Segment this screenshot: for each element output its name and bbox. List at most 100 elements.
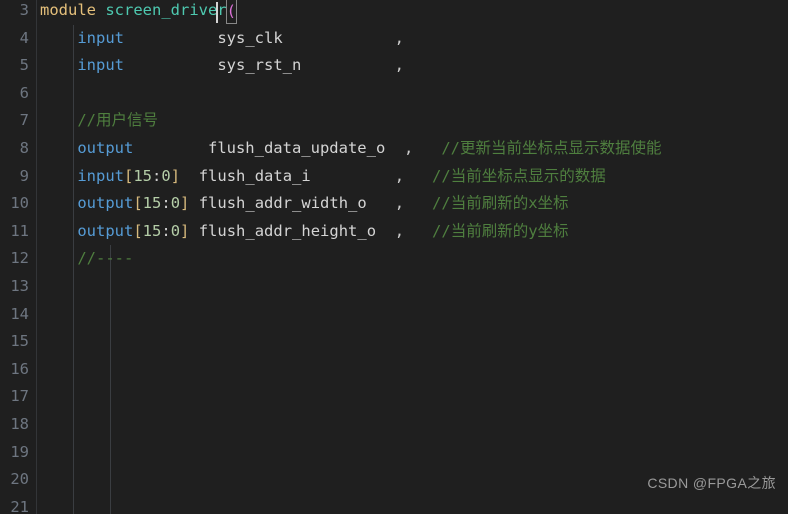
token-punc: ,: [394, 221, 405, 240]
code-line[interactable]: input sys_rst_n ,: [37, 52, 788, 80]
token-id: [189, 194, 198, 212]
token-brk: [: [124, 166, 134, 185]
token-cmt: //用户信号: [77, 111, 158, 130]
code-line[interactable]: [37, 301, 788, 329]
token-id: flush_data_i: [198, 166, 311, 185]
token-kw: input: [77, 56, 124, 75]
token-kw: output: [77, 194, 134, 213]
code-line[interactable]: output[15:0] flush_addr_width_o , //当前刷新…: [37, 190, 788, 218]
token-id: [301, 56, 394, 74]
gutter-separator: [36, 0, 37, 514]
token-id: [367, 194, 395, 212]
token-id: [180, 167, 199, 185]
token-id: [404, 167, 432, 185]
token-id: flush_addr_height_o: [198, 221, 377, 240]
code-line[interactable]: [37, 273, 788, 301]
token-id: [385, 139, 404, 157]
token-cmt: //当前坐标点显示的数据: [432, 166, 606, 185]
text-caret: [216, 2, 218, 23]
line-number: 19: [10, 442, 29, 461]
code-line[interactable]: //用户信号: [37, 107, 788, 135]
line-number: 13: [10, 277, 29, 295]
code-content[interactable]: module screen_driver( input sys_clk , in…: [37, 0, 788, 514]
token-num: 0: [170, 194, 181, 213]
code-line[interactable]: output flush_data_update_o , //更新当前坐标点显示…: [37, 135, 788, 163]
code-line[interactable]: [37, 328, 788, 356]
token-cmt: //----: [77, 249, 134, 268]
token-id: sys_rst_n: [217, 56, 302, 75]
token-id: [376, 222, 395, 240]
token-id: [133, 139, 208, 157]
token-kw: input: [77, 28, 124, 47]
token-punc: ,: [394, 28, 404, 47]
token-cmt: //当前刷新的y坐标: [432, 221, 569, 240]
code-editor[interactable]: 3456789101112131415161718192021222324252…: [0, 0, 788, 514]
code-line[interactable]: //----: [37, 245, 788, 273]
token-brk: ]: [170, 166, 181, 185]
token-punc: ,: [394, 166, 405, 185]
token-id: [283, 29, 395, 47]
line-number: 10: [10, 194, 29, 213]
token-cmt: //更新当前坐标点显示数据使能: [441, 139, 662, 157]
token-id: [124, 56, 217, 74]
token-id: [413, 139, 441, 157]
line-number: 7: [19, 111, 29, 130]
code-line[interactable]: output[15:0] flush_addr_height_o , //当前刷…: [37, 218, 788, 246]
token-num: 0: [170, 221, 181, 240]
line-number: 14: [10, 304, 29, 323]
line-number: 8: [19, 139, 29, 157]
code-line[interactable]: input sys_clk ,: [37, 25, 788, 53]
token-brk: [: [133, 221, 143, 240]
token-id: [124, 29, 217, 47]
token-kw: output: [77, 139, 134, 157]
line-number-gutter[interactable]: 3456789101112131415161718192021222324252…: [0, 0, 36, 514]
code-line[interactable]: [37, 356, 788, 384]
token-kw: input: [77, 166, 124, 185]
token-punc: ,: [394, 194, 405, 213]
line-number: 5: [19, 56, 29, 75]
token-punc: :: [161, 221, 171, 240]
token-num: 15: [133, 166, 153, 185]
token-num: 15: [142, 221, 162, 240]
token-num: 0: [161, 166, 171, 185]
token-cmt: //当前刷新的x坐标: [432, 194, 569, 213]
line-number: 11: [10, 221, 29, 240]
line-number: 15: [10, 332, 29, 351]
code-line[interactable]: [37, 411, 788, 439]
token-punc: :: [152, 166, 162, 185]
line-number: 12: [10, 249, 29, 268]
token-punc: :: [161, 194, 171, 213]
csdn-watermark: CSDN @FPGA之旅: [647, 475, 776, 492]
token-id: flush_data_update_o: [207, 139, 386, 157]
token-punc: ,: [394, 56, 404, 75]
code-line[interactable]: input[15:0] flush_data_i , //当前坐标点显示的数据: [37, 163, 788, 191]
line-number: 21: [10, 497, 29, 514]
token-mod: module: [40, 1, 106, 19]
code-line[interactable]: module screen_driver(: [37, 0, 788, 25]
token-id: sys_clk: [217, 28, 283, 47]
code-line[interactable]: [37, 383, 788, 411]
token-num: 15: [142, 194, 162, 213]
token-brk: ]: [180, 194, 190, 213]
token-id: [404, 194, 432, 212]
line-number: 9: [19, 166, 29, 185]
token-brk: ]: [180, 221, 190, 240]
code-line[interactable]: [37, 439, 788, 467]
code-line[interactable]: [37, 80, 788, 108]
line-number: 17: [10, 387, 29, 406]
line-number: 3: [19, 1, 29, 19]
token-punc: ,: [403, 139, 414, 157]
line-number: 20: [10, 470, 29, 489]
